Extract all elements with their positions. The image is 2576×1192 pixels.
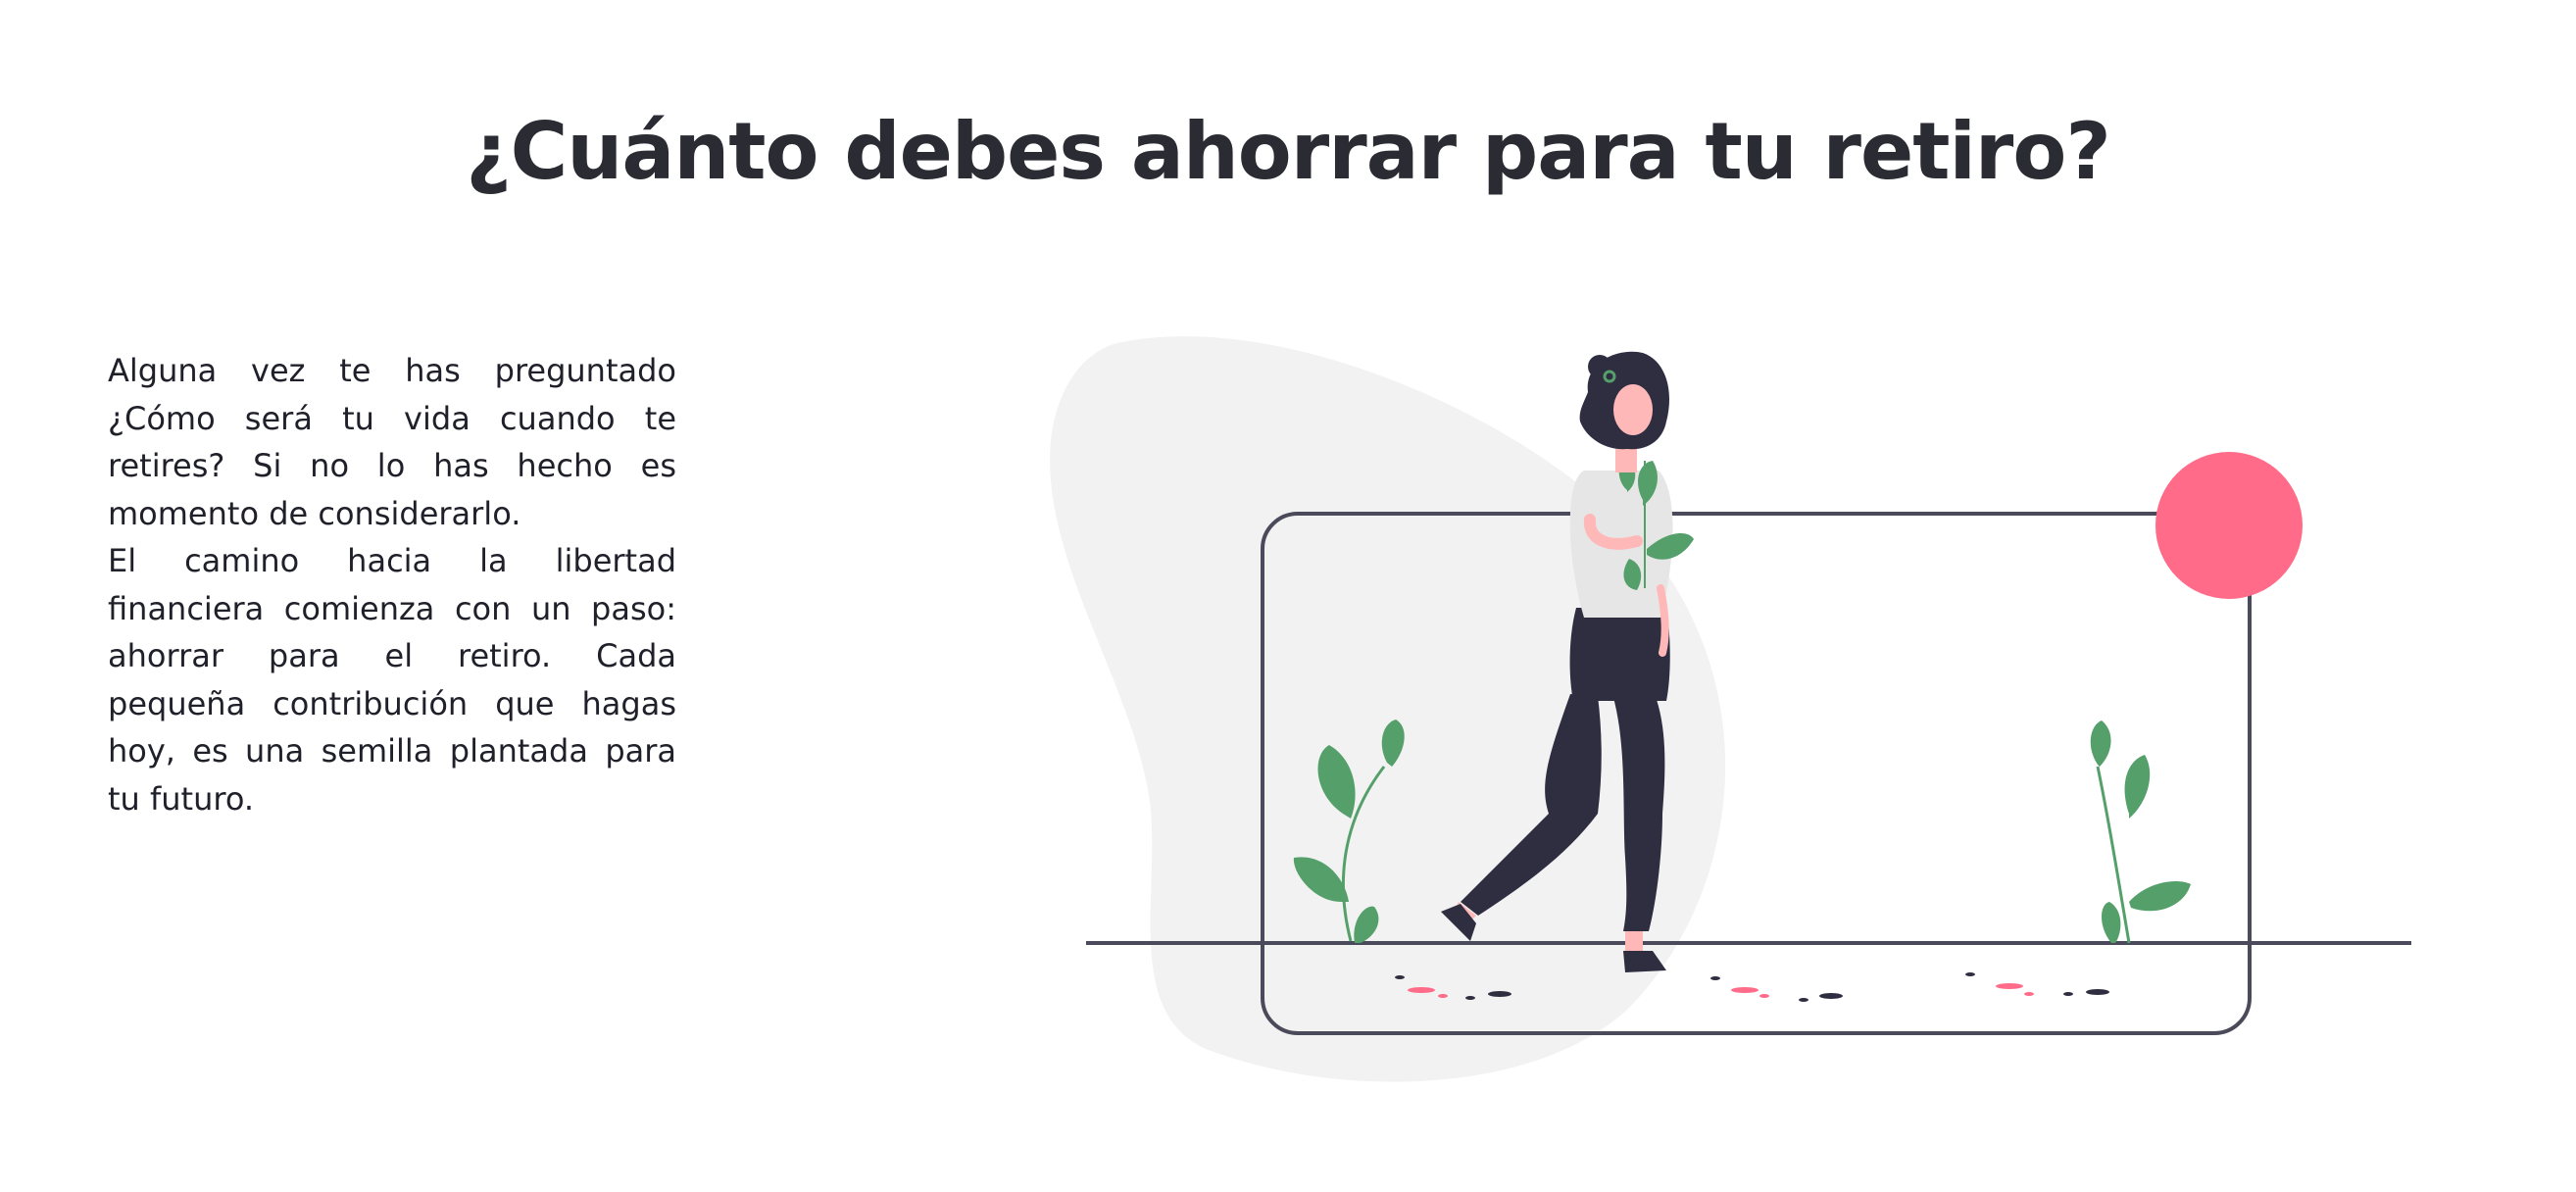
intro-paragraph-2: El camino hacia la libertad financiera c… <box>108 542 676 818</box>
intro-paragraph-1: Alguna vez te has preguntado ¿Cómo será … <box>108 352 676 532</box>
intro-text-block: Alguna vez te has preguntado ¿Cómo será … <box>108 347 676 822</box>
illustration-svg <box>1050 336 2411 1082</box>
page-title: ¿Cuánto debes ahorrar para tu retiro? <box>466 106 2110 197</box>
woman-holding-plant-illustration <box>1039 323 2431 1098</box>
sun-circle <box>2155 452 2303 599</box>
right-plant-icon <box>2090 720 2191 944</box>
page: ¿Cuánto debes ahorrar para tu retiro? Al… <box>0 0 2576 1192</box>
